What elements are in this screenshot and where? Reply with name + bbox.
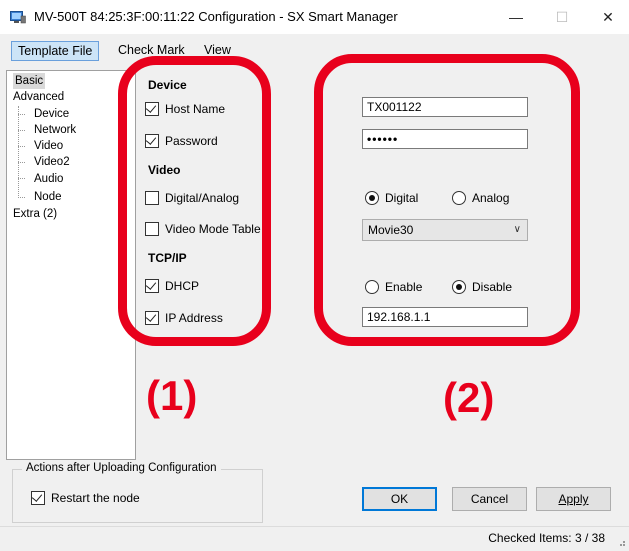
menu-view[interactable]: View <box>204 43 231 57</box>
annotation-box-2 <box>314 54 580 346</box>
menu-template-file[interactable]: Template File <box>11 41 100 61</box>
tree-connector <box>18 197 25 198</box>
tree-item-video[interactable]: Video <box>34 138 63 154</box>
close-button[interactable]: ✕ <box>585 0 629 34</box>
tree-connector <box>18 130 25 131</box>
tree-item-basic[interactable]: Basic <box>13 73 46 89</box>
tree-connector <box>18 162 25 163</box>
annotation-label-2: (2) <box>443 374 495 421</box>
tree-item-node[interactable]: Node <box>34 189 62 205</box>
menu-check-mark[interactable]: Check Mark <box>118 43 185 57</box>
cancel-button[interactable]: Cancel <box>452 487 527 511</box>
annotation-label-1: (1) <box>146 372 198 419</box>
tree-connector <box>18 106 19 198</box>
ok-button[interactable]: OK <box>362 487 437 511</box>
tree-connector <box>18 146 25 147</box>
tree-connector <box>18 114 25 115</box>
tree-item-extra[interactable]: Extra (2) <box>13 206 57 222</box>
tree-item-device[interactable]: Device <box>34 106 69 122</box>
checked-items-status: Checked Items: 3 / 38 <box>488 531 605 545</box>
apply-button-label: Apply <box>558 492 589 506</box>
tree-item-advanced[interactable]: Advanced <box>13 89 64 105</box>
apply-button[interactable]: Apply <box>536 487 611 511</box>
restart-node-checkbox[interactable] <box>31 491 45 505</box>
tree-item-network[interactable]: Network <box>34 122 76 138</box>
resize-grip-icon[interactable] <box>617 538 625 546</box>
maximize-button[interactable]: ☐ <box>539 0 585 34</box>
tree-item-audio[interactable]: Audio <box>34 171 63 187</box>
window-title: MV-500T 84:25:3F:00:11:22 Configuration … <box>34 9 398 24</box>
app-icon <box>10 11 26 24</box>
tree-connector <box>18 178 25 179</box>
minimize-button[interactable]: — <box>493 0 539 34</box>
tree-item-video2[interactable]: Video2 <box>34 154 70 170</box>
annotation-box-1 <box>118 56 271 346</box>
actions-group-title: Actions after Uploading Configuration <box>22 462 221 474</box>
restart-node-label: Restart the node <box>51 491 140 505</box>
